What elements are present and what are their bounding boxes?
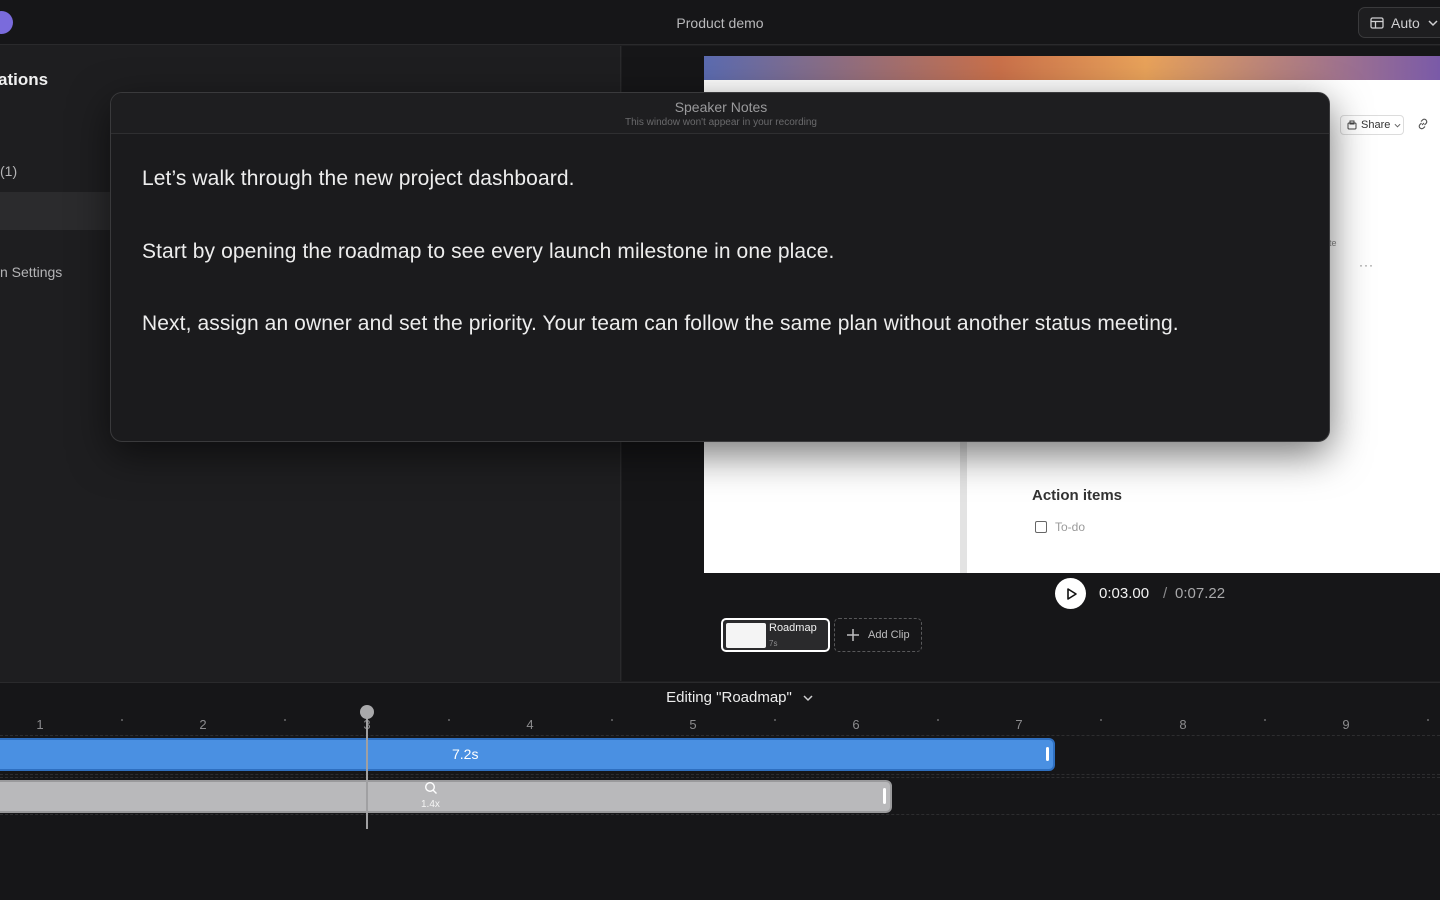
ruler-dot [611,719,613,721]
current-time: 0:03.00 [1099,585,1150,602]
speaker-notes-subtitle: This window won't appear in your recordi… [624,117,817,128]
magnifier-icon [424,781,437,794]
document-title: Product demo [676,15,764,31]
speaker-note-paragraph: Next, assign an owner and set the priori… [142,312,1179,335]
more-icon: ··· [1359,258,1374,272]
ruler-tick: 5 [689,717,697,732]
lock-icon [1347,120,1357,130]
zoom-level: 1.4x [421,799,440,810]
ruler-tick: 1 [36,717,44,732]
ruler-dot [937,719,939,721]
clip-bar[interactable] [0,738,1055,771]
clip-duration: 7s [769,639,778,648]
ruler-dot [121,719,123,721]
clip-thumbnail [726,623,766,648]
clip-bar-duration: 7.2s [452,746,479,762]
playhead-handle[interactable] [360,705,374,719]
clip-trim-handle[interactable] [1046,747,1049,761]
speaker-notes-window: Speaker Notes This window won't appear i… [110,92,1330,442]
speaker-notes-header[interactable]: Speaker Notes This window won't appear i… [111,93,1329,134]
preview-partial-label: te [1329,238,1337,248]
clip-roadmap[interactable]: Roadmap 7s [721,618,830,652]
link-icon [1418,118,1428,130]
zoom-trim-handle[interactable] [883,788,886,804]
ruler-dot [1100,719,1102,721]
zoom-segment[interactable] [0,780,892,813]
ruler-dot [448,719,450,721]
layout-label: Auto [1391,14,1420,31]
add-clip-button[interactable]: Add Clip [834,618,922,652]
layout-icon [1370,16,1384,29]
ruler-dot [284,719,286,721]
total-time: 0:07.22 [1175,585,1226,602]
clip-name: Roadmap [769,622,817,634]
ruler-tick: 6 [852,717,860,732]
ruler-tick: 2 [199,717,207,732]
time-separator: / [1163,585,1168,602]
play-button[interactable] [1055,578,1086,609]
editing-clip-selector[interactable]: Editing "Roadmap" [0,689,1440,706]
app-window: Product demo Auto ations (1) n Settings … [0,0,1440,900]
play-icon [1066,587,1077,600]
chevron-down-icon [803,694,813,701]
speaker-note-paragraph: Let’s walk through the new project dashb… [142,167,575,190]
plus-icon [847,629,859,641]
add-clip-label: Add Clip [868,629,910,641]
ruler-dot [1264,719,1266,721]
chevron-down-icon [1428,19,1438,26]
todo-item: To-do [1035,520,1085,534]
share-label: Share [1361,119,1391,131]
ruler-dot [1427,719,1429,721]
preview-share-button: Share [1340,115,1404,135]
layout-dropdown-button[interactable]: Auto [1358,7,1440,38]
editing-label: Editing "Roadmap" [666,689,792,706]
sidebar-item-count[interactable]: (1) [0,163,17,179]
speaker-notes-title: Speaker Notes [674,99,768,115]
speaker-note-paragraph: Start by opening the roadmap to see ever… [142,240,835,263]
action-items-title: Action items [1032,487,1123,504]
todo-label: To-do [1055,520,1086,534]
checkbox-icon [1035,521,1047,533]
ruler-dot [774,719,776,721]
chevron-down-icon [1394,123,1401,128]
panel-heading: ations [0,70,49,89]
timeline: Editing "Roadmap" 1 2 3 4 5 6 7 8 9 7.2s… [0,682,1440,900]
sidebar-item-selected[interactable] [0,192,115,230]
playhead-line [366,713,368,829]
ruler-tick: 9 [1342,717,1350,732]
ruler-tick: 8 [1179,717,1187,732]
top-bar: Product demo Auto [0,0,1440,45]
sidebar-item-settings[interactable]: n Settings [0,264,62,280]
ruler-tick: 4 [526,717,534,732]
preview-banner [704,56,1440,80]
ruler-tick: 7 [1015,717,1023,732]
